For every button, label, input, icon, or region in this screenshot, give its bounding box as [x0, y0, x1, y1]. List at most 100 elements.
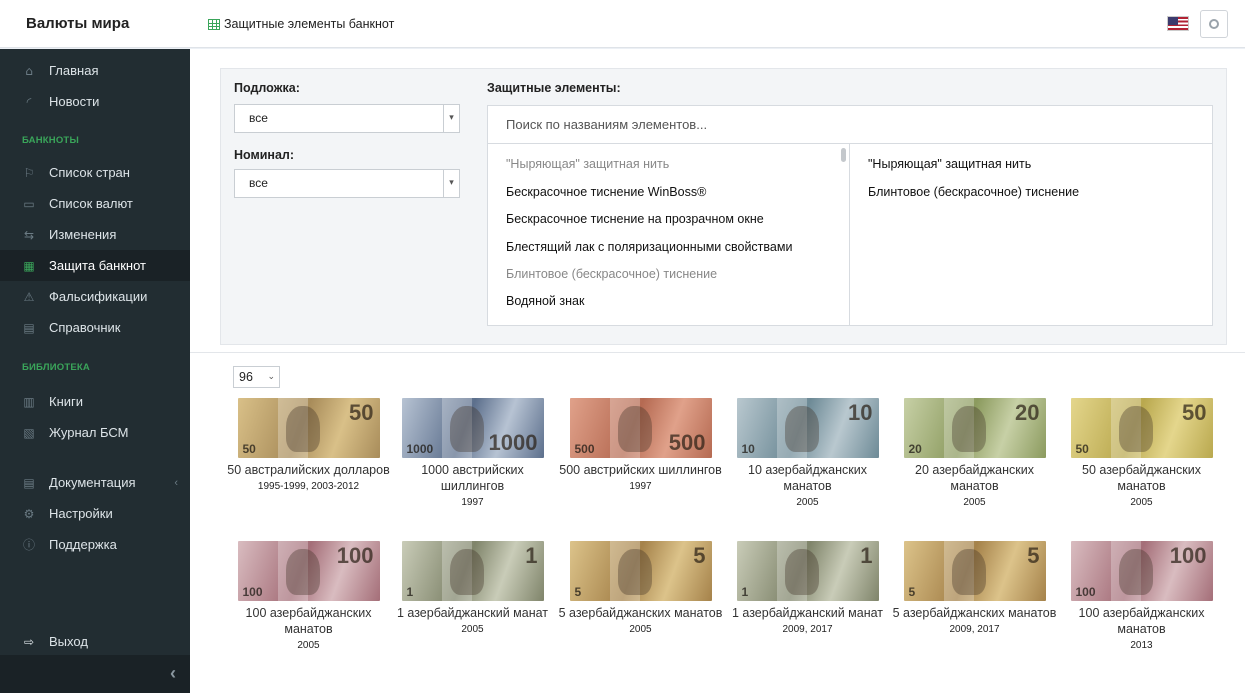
- denomination-select[interactable]: все ▾: [234, 169, 460, 198]
- sidebar-collapse-button[interactable]: ‹: [0, 655, 190, 693]
- per-page-select[interactable]: 96 ⌄: [233, 366, 280, 388]
- sidebar-item-counterfeits[interactable]: ⚠ Фальсификации: [0, 281, 190, 312]
- banknote-small-denomination: 5: [574, 585, 582, 599]
- list-item[interactable]: Бескрасочное тиснение на прозрачном окне: [506, 212, 764, 226]
- sidebar-item-label: Журнал БСМ: [49, 425, 129, 440]
- us-flag-icon[interactable]: [1167, 16, 1189, 31]
- banknote-card[interactable]: 111 азербайджанский манат 2009, 2017: [725, 541, 890, 635]
- sidebar-item-news[interactable]: ◜ Новости: [0, 86, 190, 117]
- list-item[interactable]: "Ныряющая" защитная нить: [868, 157, 1031, 171]
- banknote-name[interactable]: 50 австралийских долларов: [226, 462, 391, 478]
- banknote-small-denomination: 100: [242, 585, 263, 599]
- banknote-name[interactable]: 50 азербайджанских манатов: [1059, 462, 1224, 494]
- banknote-small-denomination: 1: [741, 585, 749, 599]
- banknote-name[interactable]: 5 азербайджанских манатов: [892, 605, 1057, 621]
- banknote-portrait: [784, 549, 819, 595]
- list-item[interactable]: "Ныряющая" защитная нить: [506, 157, 669, 171]
- list-item[interactable]: Блинтовое (бескрасочное) тиснение: [868, 185, 1079, 199]
- banknote-card[interactable]: 20 20 20 азербайджанских манатов 2005: [892, 398, 1057, 508]
- sidebar-item-home[interactable]: ⌂ Главная: [0, 55, 190, 86]
- sidebar-item-currencies[interactable]: ▭ Список валют: [0, 188, 190, 219]
- banknote-card[interactable]: 500 500 500 австрийских шиллингов 1997: [558, 398, 723, 492]
- banknote-denomination: 20: [1015, 400, 1040, 425]
- banknote-denomination: 5: [693, 543, 706, 568]
- banknote-years: 2013: [1130, 640, 1153, 651]
- list-item[interactable]: Бескрасочное тиснение WinBoss®: [506, 185, 706, 199]
- sidebar-item-countries[interactable]: ⚐ Список стран: [0, 157, 190, 188]
- settings-toggle-button[interactable]: [1200, 10, 1228, 38]
- banknote-image[interactable]: 10 10: [736, 398, 879, 458]
- banknote-image[interactable]: 11: [736, 541, 879, 601]
- banknote-small-denomination: 1: [406, 585, 414, 599]
- banknote-name[interactable]: 20 азербайджанских манатов: [892, 462, 1057, 494]
- banknote-small-denomination: 500: [574, 442, 595, 456]
- banknote-denomination: 50: [1182, 400, 1207, 425]
- banknote-years: 2005: [1130, 497, 1153, 508]
- banknote-image[interactable]: 20 20: [903, 398, 1046, 458]
- sidebar-item-label: Список стран: [49, 165, 130, 180]
- info-icon: ⓘ: [22, 538, 35, 552]
- table-icon: ▦: [23, 258, 35, 273]
- sidebar-item-label: Главная: [49, 63, 99, 78]
- banknote-image[interactable]: 11: [401, 541, 544, 601]
- elements-search-input[interactable]: Поиск по названиям элементов...: [488, 106, 1212, 144]
- banknote-name[interactable]: 10 азербайджанских манатов: [725, 462, 890, 494]
- banknote-card[interactable]: 50 50 50 азербайджанских манатов 2005: [1059, 398, 1224, 508]
- list-item[interactable]: Блинтовое (бескрасочное) тиснение: [506, 267, 717, 281]
- sidebar-item-settings[interactable]: ⚙ Настройки: [0, 498, 190, 529]
- banknote-image[interactable]: 100 100: [1070, 541, 1213, 601]
- sidebar-item-journal[interactable]: ▧ Журнал БСМ: [0, 417, 190, 448]
- banknote-card[interactable]: 11 1 азербайджанский манат 2005: [390, 541, 555, 635]
- banknote-name[interactable]: 500 австрийских шиллингов: [558, 462, 723, 478]
- banknote-card[interactable]: 555 азербайджанских манатов 2009, 2017: [892, 541, 1057, 635]
- banknote-image[interactable]: 500 500: [569, 398, 712, 458]
- banknote-image[interactable]: 100 100: [237, 541, 380, 601]
- banknote-card[interactable]: 555 азербайджанских манатов 2005: [558, 541, 723, 635]
- banknote-name[interactable]: 100 азербайджанских манатов: [1059, 605, 1224, 637]
- banknote-portrait: [951, 549, 986, 595]
- chevron-down-icon: ⌄: [267, 372, 275, 382]
- sidebar-item-logout[interactable]: ⇨ Выход: [0, 626, 190, 657]
- journal-icon: ▧: [23, 425, 35, 440]
- banknote-portrait: [449, 549, 484, 595]
- list-scrollbar[interactable]: [841, 148, 846, 162]
- sidebar-item-changes[interactable]: ⇆ Изменения: [0, 219, 190, 250]
- banknote-name[interactable]: 5 азербайджанских манатов: [558, 605, 723, 621]
- banknote-image[interactable]: 1000 1000: [401, 398, 544, 458]
- banknote-small-denomination: 100: [1075, 585, 1096, 599]
- banknote-image[interactable]: 50 50: [1070, 398, 1213, 458]
- sidebar-section-banknotes: БАНКНОТЫ: [22, 135, 79, 146]
- sidebar-item-label: Справочник: [49, 320, 121, 335]
- banknote-image[interactable]: 55: [903, 541, 1046, 601]
- banknote-name[interactable]: 1000 австрийских шиллингов: [390, 462, 555, 494]
- banknote-name[interactable]: 100 азербайджанских манатов: [226, 605, 391, 637]
- banknote-card[interactable]: 100 100 100 азербайджанских манатов 2013: [1059, 541, 1224, 651]
- banknote-years: 2005: [461, 624, 484, 635]
- banknote-image[interactable]: 55: [569, 541, 712, 601]
- list-item[interactable]: Блестящий лак с поляризационными свойств…: [506, 240, 792, 254]
- list-item[interactable]: Водяной знак: [506, 294, 584, 308]
- banknote-card[interactable]: 1000 1000 1000 австрийских шиллингов 1997: [390, 398, 555, 508]
- banknote-card[interactable]: 100 100 100 азербайджанских манатов 2005: [226, 541, 391, 651]
- banknote-card[interactable]: 50 50 50 австралийских долларов 1995-1999, …: [226, 398, 391, 492]
- brand-logo[interactable]: Валюты мира: [0, 0, 190, 48]
- sidebar-item-protection[interactable]: ▦ Защита банкнот: [0, 250, 190, 281]
- banknote-name[interactable]: 1 азербайджанский манат: [725, 605, 890, 621]
- banknote-small-denomination: 1000: [406, 442, 434, 456]
- sidebar-item-books[interactable]: ▥ Книги: [0, 386, 190, 417]
- banknote-portrait: [449, 406, 484, 452]
- book-icon: ▥: [23, 394, 35, 409]
- banknote-portrait: [951, 406, 986, 452]
- banknote-portrait: [285, 549, 320, 595]
- banknote-name[interactable]: 1 азербайджанский манат: [390, 605, 555, 621]
- banknote-small-denomination: 50: [1075, 442, 1089, 456]
- sidebar-item-documentation[interactable]: ▤ Документация ‹: [0, 467, 190, 498]
- banknote-years: 1995-1999, 2003-2012: [257, 481, 360, 492]
- banknote-small-denomination: 50: [242, 442, 256, 456]
- banknote-image[interactable]: 50 50: [237, 398, 380, 458]
- divider: [190, 352, 1245, 353]
- substrate-select[interactable]: все ▾: [234, 104, 460, 133]
- sidebar-item-reference[interactable]: ▤ Справочник: [0, 312, 190, 343]
- banknote-card[interactable]: 10 10 10 азербайджанских манатов 2005: [725, 398, 890, 508]
- sidebar-item-support[interactable]: ⓘ Поддержка: [0, 529, 190, 560]
